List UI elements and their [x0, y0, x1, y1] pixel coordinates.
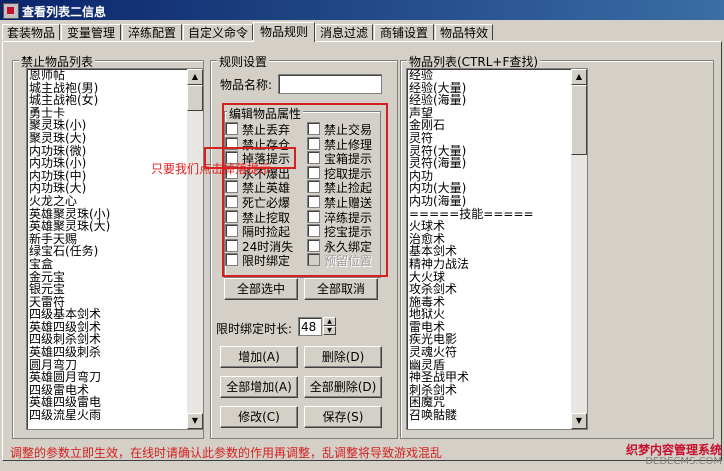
tab-strip: 套装物品 变量管理 淬练配置 自定义命令 物品规则 消息过滤 商铺设置 物品特效: [0, 22, 724, 42]
list-item[interactable]: 火球术: [409, 220, 534, 233]
delete-all-button[interactable]: 全部删除(D): [304, 376, 382, 398]
delete-button[interactable]: 删除(D): [304, 346, 382, 368]
add-all-button[interactable]: 全部增加(A): [220, 376, 298, 398]
item-name-input[interactable]: [278, 74, 382, 94]
list-item[interactable]: 英雄四级刺杀: [29, 346, 110, 359]
list-item[interactable]: 四级基本剑术: [29, 308, 110, 321]
list-item[interactable]: 宝盒: [29, 258, 110, 271]
scroll-thumb[interactable]: [187, 85, 203, 111]
modify-button[interactable]: 修改(C): [220, 406, 298, 428]
tab-set-items[interactable]: 套装物品: [2, 24, 60, 40]
spin-down-icon[interactable]: ▼: [323, 326, 336, 335]
watermark-logo: 织梦内容管理系统 DEDECMS.COM: [600, 441, 722, 469]
list-item[interactable]: 经验(海量): [409, 94, 534, 107]
highlight-attr-box: [222, 103, 388, 277]
list-item[interactable]: 英雄圆月弯刀: [29, 371, 110, 384]
list-item[interactable]: 火龙之心: [29, 195, 110, 208]
scroll-up-button[interactable]: ▲: [187, 69, 203, 85]
bind-time-label: 限时绑定时长:: [216, 322, 293, 336]
list-item[interactable]: 城主战袍(女): [29, 94, 110, 107]
list-item[interactable]: 地狱火: [409, 308, 534, 321]
item-name-label: 物品名称:: [220, 78, 273, 92]
list-item[interactable]: 恩师帖: [29, 69, 110, 82]
bind-time-input[interactable]: 48: [298, 317, 322, 336]
item-listbox[interactable]: 经验 经验(大量) 经验(海量) 声望 金刚石 灵符 灵符(大量) 灵符(海量) 内功 内功(大量…: [406, 68, 588, 430]
list-item[interactable]: 经验: [409, 69, 534, 82]
scroll-down-button[interactable]: ▼: [187, 413, 203, 429]
tab-shop-settings[interactable]: 商铺设置: [374, 24, 434, 40]
banned-items-listbox[interactable]: 恩师帖 城主战袍(男) 城主战袍(女) 勇士卡 聚灵珠(小) 聚灵珠(大) 内功珠(微) 内功…: [26, 68, 204, 430]
list-item[interactable]: 灵符: [409, 132, 534, 145]
title-bar: 查看列表二信息: [0, 0, 724, 20]
bind-time-spinner[interactable]: ▲ ▼: [323, 317, 336, 335]
list-item[interactable]: 灵魂火符: [409, 346, 534, 359]
scroll-down-button[interactable]: ▼: [571, 413, 587, 429]
scroll-up-button[interactable]: ▲: [571, 69, 587, 85]
rules-title: 规则设置: [217, 53, 270, 70]
list-item[interactable]: 内功(海量): [409, 195, 534, 208]
scroll-thumb[interactable]: [571, 85, 587, 155]
tab-message-filter[interactable]: 消息过滤: [315, 24, 373, 40]
deselect-all-button[interactable]: 全部取消: [304, 278, 378, 300]
list-item[interactable]: 银元宝: [29, 283, 110, 296]
list-item[interactable]: 召唤骷髅: [409, 409, 534, 422]
list-item[interactable]: 四级流星火雨: [29, 409, 110, 422]
save-button[interactable]: 保存(S): [304, 406, 382, 428]
window-title: 查看列表二信息: [22, 5, 107, 19]
tab-item-rules[interactable]: 物品规则: [253, 22, 315, 42]
list-item[interactable]: 精神力战法: [409, 258, 534, 271]
list-item[interactable]: 攻杀剑术: [409, 283, 534, 296]
select-all-button[interactable]: 全部选中: [224, 278, 298, 300]
annotation-text: 只要我们点击掉落提示: [151, 162, 272, 176]
tab-custom-commands[interactable]: 自定义命令: [183, 24, 253, 40]
app-icon: [3, 3, 19, 19]
item-list-scrollbar[interactable]: ▲ ▼: [571, 69, 587, 429]
watermark-line2: DEDECMS.COM: [645, 456, 722, 467]
list-item[interactable]: 内功珠(小): [29, 157, 110, 170]
tab-variables[interactable]: 变量管理: [61, 24, 121, 40]
tab-refine-config[interactable]: 淬练配置: [122, 24, 182, 40]
list-item[interactable]: 聚灵珠(大): [29, 132, 110, 145]
list-item[interactable]: 神圣战甲术: [409, 371, 534, 384]
list-item[interactable]: 英雄聚灵珠(大): [29, 220, 110, 233]
all-items: 经验 经验(大量) 经验(海量) 声望 金刚石 灵符 灵符(大量) 灵符(海量) 内功 内功(大量…: [409, 69, 534, 422]
add-button[interactable]: 增加(A): [220, 346, 298, 368]
banned-items: 恩师帖 城主战袍(男) 城主战袍(女) 勇士卡 聚灵珠(小) 聚灵珠(大) 内功珠(微) 内功…: [29, 69, 110, 422]
list-item[interactable]: 灵符(海量): [409, 157, 534, 170]
spin-up-icon[interactable]: ▲: [323, 317, 336, 326]
status-message: 调整的参数立即生效，在线时请确认此参数的作用再调整，乱调整将导致游戏混乱: [10, 446, 443, 460]
tab-item-effects[interactable]: 物品特效: [435, 24, 493, 40]
banned-list-scrollbar[interactable]: ▲ ▼: [187, 69, 203, 429]
